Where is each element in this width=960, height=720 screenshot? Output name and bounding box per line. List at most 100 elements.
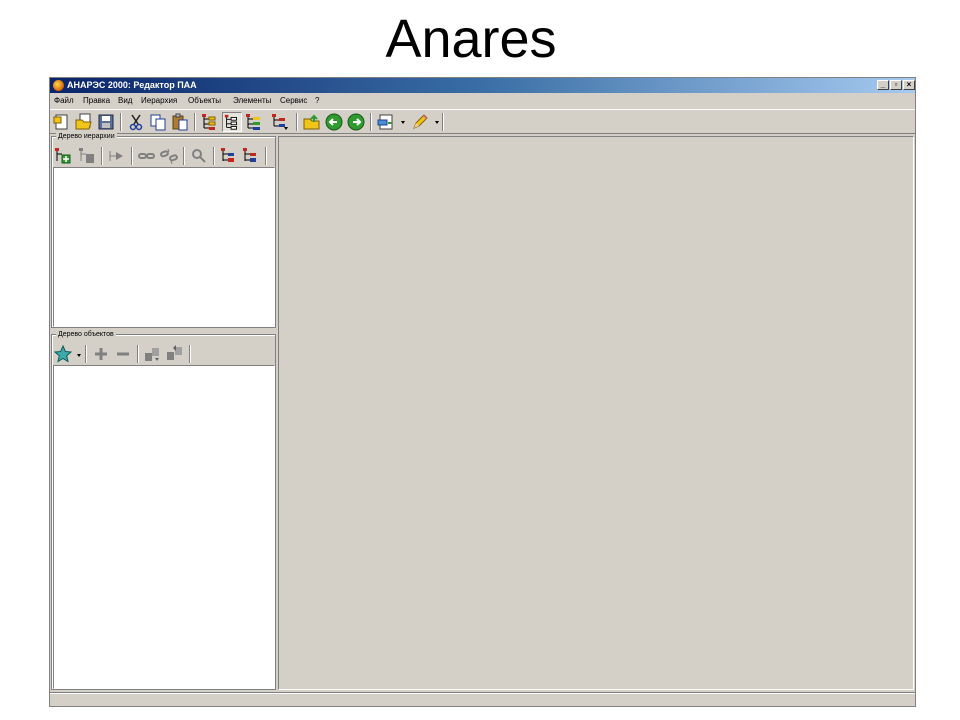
move-node-button[interactable] bbox=[107, 146, 127, 166]
minus-icon bbox=[117, 352, 129, 356]
tree-view-button[interactable] bbox=[200, 112, 220, 132]
new-document-button[interactable] bbox=[52, 112, 72, 132]
pencil-button[interactable] bbox=[410, 112, 430, 132]
folder-up-icon bbox=[303, 114, 320, 130]
title-bar[interactable]: АНАРЭС 2000: Редактор ПАА _ ▫ × bbox=[50, 78, 915, 93]
back-button[interactable] bbox=[324, 112, 344, 132]
open-folder-icon bbox=[75, 113, 92, 130]
menu-objects[interactable]: Объекты bbox=[188, 94, 221, 108]
copy-icon bbox=[150, 114, 166, 131]
tree-blue-button[interactable] bbox=[241, 146, 261, 166]
link-button[interactable] bbox=[137, 146, 157, 166]
toolbar-separator bbox=[137, 345, 139, 363]
cut-button[interactable] bbox=[126, 112, 146, 132]
toolbar-separator bbox=[183, 147, 185, 165]
move-arrow-icon bbox=[109, 151, 123, 161]
tree-collapse-button[interactable] bbox=[270, 112, 290, 132]
menu-hierarchy[interactable]: Иерархия bbox=[141, 94, 177, 108]
pencil-dropdown-icon[interactable] bbox=[435, 121, 439, 124]
link-icon bbox=[138, 153, 155, 159]
tree-blue-icon bbox=[243, 148, 256, 162]
group-icon bbox=[145, 348, 159, 361]
back-arrow-icon bbox=[325, 113, 343, 131]
pencil-icon bbox=[413, 114, 428, 129]
find-icon bbox=[192, 149, 206, 163]
ungroup-icon bbox=[167, 345, 182, 360]
hierarchy-tree-panel: Дерево иерархии bbox=[51, 133, 276, 328]
tree-expand-icon bbox=[246, 114, 260, 130]
menu-elements[interactable]: Элементы bbox=[233, 94, 271, 108]
star-icon bbox=[53, 344, 73, 363]
hierarchy-tree-toolbar bbox=[53, 145, 275, 167]
window-title: АНАРЭС 2000: Редактор ПАА bbox=[67, 80, 197, 90]
app-window: АНАРЭС 2000: Редактор ПАА _ ▫ × Файл Пра… bbox=[49, 77, 916, 707]
menu-edit[interactable]: Правка bbox=[83, 94, 110, 108]
main-workspace[interactable] bbox=[278, 136, 914, 690]
toolbar-separator bbox=[296, 113, 298, 131]
menu-help[interactable]: ? bbox=[315, 94, 319, 108]
toolbar-separator bbox=[194, 113, 196, 131]
favorite-button[interactable] bbox=[53, 344, 73, 364]
add-object-button[interactable] bbox=[91, 344, 111, 364]
favorite-dropdown-icon[interactable] bbox=[77, 354, 81, 357]
menu-view[interactable]: Вид bbox=[118, 94, 132, 108]
remove-object-button[interactable] bbox=[113, 344, 133, 364]
paste-icon bbox=[172, 113, 188, 131]
toolbar-separator bbox=[442, 113, 444, 131]
toolbar-separator bbox=[85, 345, 87, 363]
status-bar bbox=[50, 692, 915, 706]
open-button[interactable] bbox=[74, 112, 94, 132]
maximize-button[interactable]: ▫ bbox=[890, 80, 902, 90]
print-preview-icon bbox=[377, 114, 393, 130]
hierarchy-tree-label: Дерево иерархии bbox=[56, 133, 117, 141]
unlink-icon bbox=[160, 148, 178, 165]
tree-view-icon bbox=[202, 114, 216, 130]
ungroup-objects-button[interactable] bbox=[165, 344, 185, 364]
object-tree-toolbar bbox=[53, 343, 275, 365]
add-hierarchy-node-button[interactable] bbox=[53, 146, 73, 166]
tree-red-button[interactable] bbox=[219, 146, 239, 166]
menu-bar: Файл Правка Вид Иерархия Объекты Элемент… bbox=[50, 94, 915, 108]
print-preview-button[interactable] bbox=[376, 112, 396, 132]
toolbar-separator bbox=[370, 113, 372, 131]
toolbar-separator bbox=[131, 147, 133, 165]
save-button[interactable] bbox=[96, 112, 116, 132]
menu-service[interactable]: Сервис bbox=[280, 94, 307, 108]
tree-expand-button[interactable] bbox=[244, 112, 264, 132]
toolbar-separator bbox=[213, 147, 215, 165]
find-node-button[interactable] bbox=[189, 146, 209, 166]
tree-view-selected-button[interactable] bbox=[222, 112, 242, 132]
toolbar-separator bbox=[189, 345, 191, 363]
forward-arrow-icon bbox=[347, 113, 365, 131]
object-tree-panel: Дерево объектов bbox=[51, 331, 276, 690]
forward-button[interactable] bbox=[346, 112, 366, 132]
add-node-icon bbox=[55, 148, 71, 164]
tree-view-selected-icon bbox=[224, 114, 237, 130]
object-tree-view[interactable] bbox=[53, 365, 275, 689]
remove-hierarchy-node-button[interactable] bbox=[77, 146, 97, 166]
remove-node-icon bbox=[79, 148, 94, 163]
group-objects-button[interactable] bbox=[143, 344, 163, 364]
print-preview-dropdown-icon[interactable] bbox=[401, 121, 405, 124]
menu-file[interactable]: Файл bbox=[54, 94, 74, 108]
cut-icon bbox=[129, 114, 143, 131]
save-icon bbox=[98, 114, 114, 130]
unlink-button[interactable] bbox=[159, 146, 179, 166]
slide-title: Anares bbox=[385, 9, 557, 69]
minimize-button[interactable]: _ bbox=[877, 80, 889, 90]
object-tree-label: Дерево объектов bbox=[56, 331, 116, 339]
plus-icon bbox=[95, 348, 107, 360]
main-toolbar bbox=[50, 109, 915, 134]
copy-button[interactable] bbox=[148, 112, 168, 132]
tree-red-icon bbox=[221, 148, 234, 162]
toolbar-separator bbox=[101, 147, 103, 165]
folder-up-button[interactable] bbox=[302, 112, 322, 132]
paste-button[interactable] bbox=[170, 112, 190, 132]
new-document-icon bbox=[53, 114, 68, 130]
toolbar-separator bbox=[265, 147, 267, 165]
hierarchy-tree-view[interactable] bbox=[53, 167, 275, 327]
tree-collapse-icon bbox=[272, 114, 288, 130]
app-logo-icon bbox=[53, 80, 64, 91]
close-button[interactable]: × bbox=[903, 80, 915, 90]
toolbar-separator bbox=[120, 113, 122, 131]
